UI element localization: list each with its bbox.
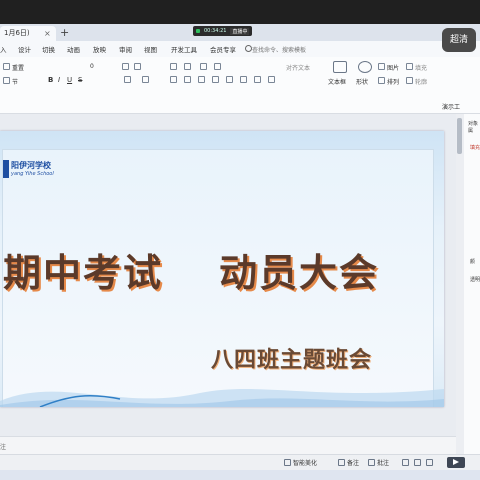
timer-value: 00:34:21 [204, 28, 227, 34]
underline-button[interactable]: U [67, 76, 72, 84]
menu-slideshow[interactable]: 放映 [93, 44, 106, 54]
notes-pane[interactable] [0, 436, 456, 455]
wps-presentation-window: 1月6日) × + 00:34:21 直播中 入 设计 切换 动画 放映 审阅 … [0, 24, 480, 480]
menu-transition[interactable]: 切换 [42, 44, 55, 54]
reading-view-icon[interactable] [426, 459, 433, 466]
highlight-icon[interactable] [142, 76, 149, 83]
text-direction-icon[interactable] [254, 76, 261, 83]
wave-decoration [0, 389, 444, 407]
section-icon[interactable] [3, 77, 10, 84]
columns-icon[interactable] [268, 76, 275, 83]
menu-developer[interactable]: 开发工具 [171, 44, 197, 54]
menu-design[interactable]: 设计 [18, 44, 31, 54]
textbox-icon[interactable] [333, 61, 347, 73]
slide-subtitle: 八四班主题班会 [211, 347, 373, 373]
reset-label[interactable]: 重置 [12, 63, 24, 72]
play-slideshow-button[interactable] [447, 457, 465, 468]
menu-member[interactable]: 会员专享 [210, 44, 236, 54]
command-search[interactable]: 查找命令、搜索模板 [252, 45, 306, 54]
slide-canvas[interactable]: 阳伊河学校 yang Yihe School 期中考试 动员大会 八四班主题班会 [0, 131, 444, 407]
align-right-icon[interactable] [198, 76, 205, 83]
quality-selector-button[interactable]: 超清 [442, 28, 476, 52]
live-status: 直播中 [230, 27, 250, 35]
present-tools-label[interactable]: 演示工 [442, 102, 460, 111]
school-english-name: yang Yihe School [11, 171, 54, 177]
vertical-scrollbar[interactable] [456, 114, 464, 454]
notes-button[interactable]: 备注 [347, 458, 359, 467]
arrange-label[interactable]: 排列 [387, 77, 399, 86]
shape-label[interactable]: 形状 [356, 77, 368, 86]
menu-insert[interactable]: 入 [0, 44, 7, 54]
panel-fill-tab[interactable]: 填充 [470, 144, 480, 151]
outline-label[interactable]: 轮廓 [415, 77, 427, 86]
panel-title: 对象属 [468, 121, 479, 134]
line-spacing-icon[interactable] [240, 76, 247, 83]
picture-label[interactable]: 图片 [387, 63, 399, 72]
bold-button[interactable]: B [48, 76, 53, 84]
windows-taskbar: 搜索 [0, 470, 480, 480]
notes-label: 注 [0, 444, 7, 451]
new-tab-button[interactable]: + [60, 26, 69, 39]
italic-button[interactable]: I [58, 76, 60, 84]
outdent-icon[interactable] [214, 63, 221, 70]
reset-icon[interactable] [3, 63, 10, 70]
justify-icon[interactable] [212, 76, 219, 83]
font-color-icon[interactable] [124, 76, 131, 83]
menu-review[interactable]: 审阅 [119, 44, 132, 54]
ribbon-toolbar: 重置 节 0 B I U S 对齐文本 文本框 形状 图片 排列 填充 轮廓 演… [0, 57, 480, 114]
numbered-list-icon[interactable] [184, 63, 191, 70]
slide-title-right: 动员大会 [219, 250, 380, 295]
school-logo-icon [3, 160, 9, 178]
normal-view-icon[interactable] [402, 459, 409, 466]
strikethrough-button[interactable]: S [78, 76, 82, 84]
align-left-icon[interactable] [170, 76, 177, 83]
menu-view[interactable]: 视图 [144, 44, 157, 54]
menu-animation[interactable]: 动画 [67, 44, 80, 54]
document-tab-title: 1月6日) [4, 29, 30, 37]
arrange-icon[interactable] [378, 77, 385, 84]
search-icon [245, 45, 252, 52]
live-timer: 00:34:21 直播中 [193, 26, 253, 36]
close-tab-icon[interactable]: × [44, 26, 51, 41]
slide-frame: 阳伊河学校 yang Yihe School 期中考试 动员大会 八四班主题班会 [2, 149, 434, 407]
menu-bar: 入 设计 切换 动画 放映 审阅 视图 开发工具 会员专享 查找命令、搜索模板 [0, 41, 480, 57]
fill-icon[interactable] [406, 63, 413, 70]
slide-title-left: 期中考试 [3, 250, 164, 295]
font-size-value[interactable]: 0 [90, 63, 94, 70]
school-name: 阳伊河学校 [11, 161, 51, 170]
shape-icon[interactable] [358, 61, 372, 73]
notes-icon[interactable] [338, 459, 345, 466]
beautify-button[interactable]: 智能美化 [293, 458, 317, 467]
slide-sorter-icon[interactable] [414, 459, 421, 466]
status-bar: 智能美化 备注 批注 [0, 454, 480, 471]
align-center-icon[interactable] [184, 76, 191, 83]
textbox-label[interactable]: 文本框 [328, 77, 346, 86]
comments-button[interactable]: 批注 [377, 458, 389, 467]
screen-top-bezel [0, 0, 480, 24]
signal-icon [196, 29, 200, 33]
picture-icon[interactable] [378, 63, 385, 70]
panel-transparency-label: 透明 [470, 277, 480, 283]
bullet-list-icon[interactable] [170, 63, 177, 70]
comments-icon[interactable] [368, 459, 375, 466]
align-text-label[interactable]: 对齐文本 [286, 63, 310, 72]
beautify-icon[interactable] [284, 459, 291, 466]
distribute-icon[interactable] [226, 76, 233, 83]
object-properties-panel: 对象属 填充 颜 透明 [464, 114, 480, 454]
font-grow-icon[interactable] [122, 63, 129, 70]
outline-icon[interactable] [406, 77, 413, 84]
document-tab-bar: 1月6日) × + 00:34:21 直播中 [0, 24, 480, 41]
section-label[interactable]: 节 [12, 77, 18, 86]
font-shrink-icon[interactable] [134, 63, 141, 70]
document-tab[interactable]: 1月6日) × [0, 26, 56, 41]
indent-icon[interactable] [200, 63, 207, 70]
slide-workspace: 阳伊河学校 yang Yihe School 期中考试 动员大会 八四班主题班会 [0, 114, 456, 454]
panel-color-label: 颜 [470, 259, 476, 265]
fill-label[interactable]: 填充 [415, 63, 427, 72]
scrollbar-thumb[interactable] [457, 118, 462, 154]
